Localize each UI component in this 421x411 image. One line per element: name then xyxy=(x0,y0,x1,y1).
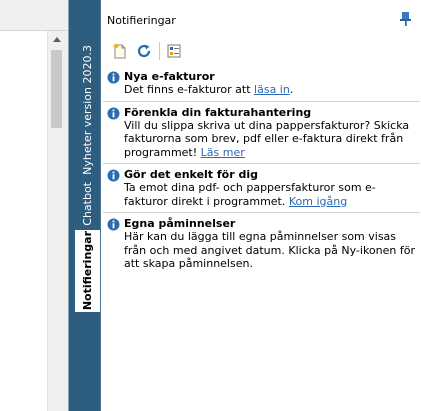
settings-list-icon xyxy=(167,44,181,58)
notification-body: Det finns e-fakturor att xyxy=(124,83,255,96)
notification-item: Nya e-fakturor Det finns e-fakturor att … xyxy=(103,66,420,101)
scroll-up-arrow-icon[interactable] xyxy=(48,31,66,48)
vertical-scrollbar[interactable] xyxy=(47,31,66,411)
read-more-link[interactable]: Läs mer xyxy=(201,146,245,159)
info-icon xyxy=(107,71,120,84)
tab-notifications[interactable]: Notifieringar xyxy=(75,230,100,312)
notifications-panel: Notifieringar Nya e-fakturor Det finns e… xyxy=(100,0,421,411)
tab-chatbot-label: Chatbot xyxy=(80,182,94,226)
notification-item: Egna påminnelser Här kan du lägga till e… xyxy=(103,212,420,275)
notification-text: Vill du slippa skriva ut dina pappersfak… xyxy=(124,119,416,160)
document-toolbar-strip xyxy=(0,0,68,31)
refresh-button[interactable] xyxy=(135,42,153,60)
new-note-button[interactable] xyxy=(111,42,129,60)
notification-title: Förenkla din fakturahantering xyxy=(124,105,312,119)
refresh-icon xyxy=(137,44,151,58)
document-pane xyxy=(0,0,68,411)
settings-button[interactable] xyxy=(165,42,183,60)
pin-icon[interactable] xyxy=(398,11,414,27)
info-icon xyxy=(107,107,120,119)
tab-chatbot[interactable]: Chatbot xyxy=(74,180,100,228)
toolbar-separator xyxy=(159,42,160,60)
notification-title: Egna påminnelser xyxy=(124,217,236,230)
notification-body: Vill du slippa skriva ut dina pappersfak… xyxy=(124,118,410,159)
tab-news[interactable]: Nyheter version 2020.3 xyxy=(74,40,100,180)
tab-news-label: Nyheter version 2020.3 xyxy=(80,45,94,175)
panel-title: Notifieringar xyxy=(107,14,176,27)
info-icon xyxy=(107,169,120,182)
notification-body-end: . xyxy=(289,83,294,96)
scrollbar-thumb[interactable] xyxy=(51,50,62,128)
notification-item: Gör det enkelt för dig Ta emot dina pdf-… xyxy=(103,163,420,212)
panel-toolbar xyxy=(111,41,189,61)
notification-item: Förenkla din fakturahantering Vill du sl… xyxy=(103,100,420,164)
get-started-link[interactable]: Kom igång xyxy=(289,195,347,208)
new-note-icon xyxy=(113,43,126,59)
notification-text: Det finns e-fakturor att läsa in. xyxy=(124,83,416,97)
info-icon xyxy=(107,218,120,231)
notification-title: Gör det enkelt för dig xyxy=(124,168,259,181)
notification-title: Nya e-fakturor xyxy=(124,70,215,83)
vertical-tab-strip: Nyheter version 2020.3 Chatbot Notifieri… xyxy=(69,0,100,411)
tab-notifications-label: Notifieringar xyxy=(81,231,94,311)
notification-text: Här kan du lägga till egna påminnelser s… xyxy=(124,230,415,270)
notifications-list: Nya e-fakturor Det finns e-fakturor att … xyxy=(103,66,420,275)
read-in-link[interactable]: läsa in xyxy=(254,83,290,96)
notification-text: Ta emot dina pdf- och pappersfakturor so… xyxy=(124,181,416,208)
document-view[interactable] xyxy=(0,31,47,411)
